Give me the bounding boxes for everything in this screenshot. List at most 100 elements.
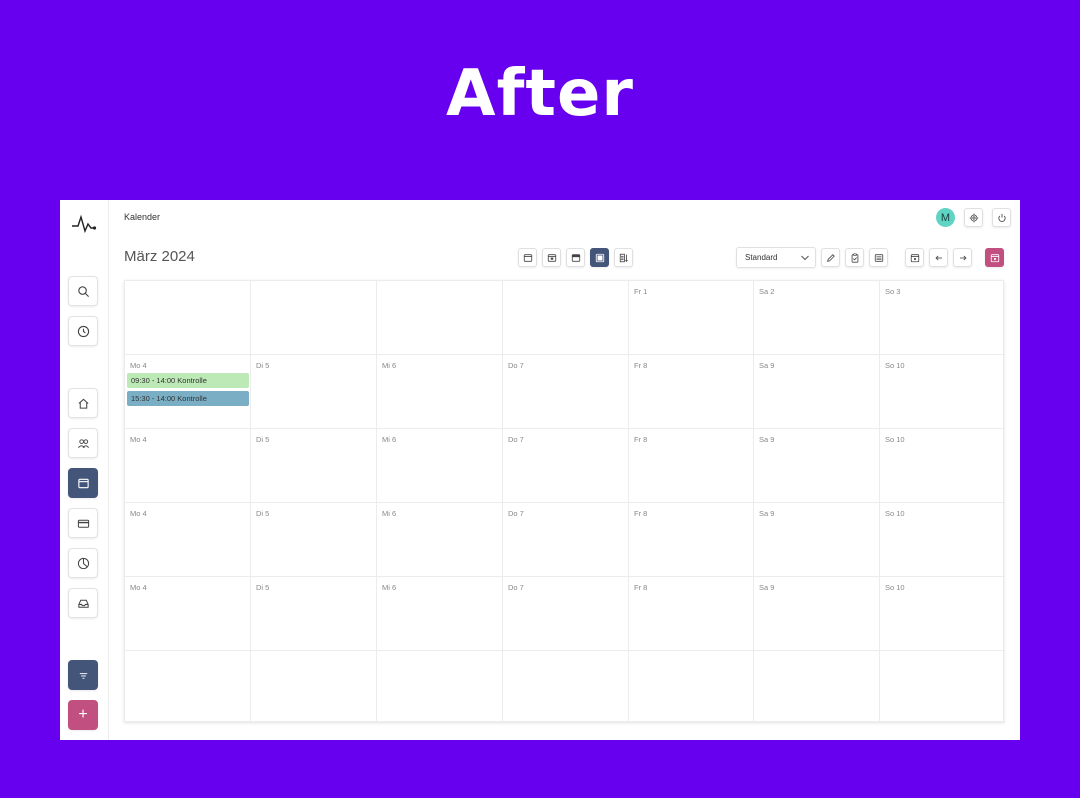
calendar-button[interactable] [68, 468, 98, 498]
month-title: März 2024 [124, 248, 195, 265]
avatar[interactable]: M [936, 208, 955, 227]
day-cell[interactable]: Do 7 [503, 577, 629, 651]
day-cell[interactable] [503, 651, 629, 723]
app-window: + Kalender M März 2024 Standard Fr 1 Sa … [60, 200, 1020, 740]
view-select[interactable]: Standard [736, 247, 816, 268]
chevron-down-icon [801, 255, 809, 261]
day-label: Sa 9 [759, 583, 775, 592]
day-cell[interactable]: Mi 6 [377, 577, 503, 651]
page-title: Kalender [124, 212, 161, 222]
day-label: Mi 6 [382, 361, 397, 370]
day-label: Mi 6 [382, 509, 397, 518]
day-cell[interactable] [503, 281, 629, 355]
day-cell[interactable] [880, 651, 1005, 723]
today-icon [910, 253, 919, 262]
day-cell[interactable] [754, 651, 880, 723]
day-label: Mo 4 [130, 583, 147, 592]
day-cell[interactable]: Di 5 [251, 577, 377, 651]
pencil-icon [826, 253, 835, 262]
statistics-button[interactable] [68, 548, 98, 578]
day-cell[interactable]: Mi 6 [377, 503, 503, 577]
day-label: Mi 6 [382, 583, 397, 592]
day-label: So 3 [885, 287, 901, 296]
day-label: Di 5 [256, 435, 270, 444]
day-label: Mo 4 [130, 509, 147, 518]
edit-button[interactable] [821, 248, 840, 267]
month-view-button[interactable] [590, 248, 609, 267]
day-cell[interactable] [377, 651, 503, 723]
day-label: Do 7 [508, 509, 524, 518]
day-label: Mo 4 [130, 435, 147, 444]
day-label: Fr 1 [634, 287, 648, 296]
day-cell[interactable]: Mo 4 [125, 577, 251, 651]
day-cell[interactable] [125, 651, 251, 723]
next-button[interactable] [953, 248, 972, 267]
day-cell[interactable]: Di 5 [251, 503, 377, 577]
day-cell[interactable]: Sa 9 [754, 503, 880, 577]
day-cell[interactable]: Mo 4 [125, 429, 251, 503]
add-button[interactable]: + [68, 700, 98, 730]
day-cell[interactable]: So 10 [880, 429, 1005, 503]
month-view-icon [595, 253, 604, 262]
day-cell[interactable]: Fr 8 [629, 355, 754, 429]
settings-button[interactable] [964, 208, 983, 227]
day-view-button[interactable] [518, 248, 537, 267]
tasks-button[interactable] [845, 248, 864, 267]
day-cell[interactable]: Fr 8 [629, 503, 754, 577]
day-cell[interactable] [125, 281, 251, 355]
day-cell[interactable] [251, 281, 377, 355]
day-cell[interactable]: Sa 9 [754, 429, 880, 503]
home-button[interactable] [68, 388, 98, 418]
day-label: So 10 [885, 435, 905, 444]
pulse-logo[interactable] [71, 212, 97, 236]
day-cell[interactable]: Di 5 [251, 355, 377, 429]
day-cell[interactable]: So 10 [880, 355, 1005, 429]
logout-button[interactable] [992, 208, 1011, 227]
day-cell[interactable]: Di 5 [251, 429, 377, 503]
day-cell[interactable]: Do 7 [503, 355, 629, 429]
day-cell[interactable]: Mo 4 [125, 503, 251, 577]
day-cell[interactable]: Mi 6 [377, 355, 503, 429]
week-view-button[interactable] [542, 248, 561, 267]
power-icon [997, 213, 1006, 222]
gear-icon [969, 213, 978, 222]
day-cell[interactable] [377, 281, 503, 355]
day-cell[interactable]: Fr 8 [629, 577, 754, 651]
search-button[interactable] [68, 276, 98, 306]
inbox-button[interactable] [68, 588, 98, 618]
day-cell[interactable]: Mi 6 [377, 429, 503, 503]
list-button[interactable] [869, 248, 888, 267]
day-cell[interactable]: Do 7 [503, 429, 629, 503]
day-label: Sa 9 [759, 361, 775, 370]
calendar-event[interactable]: 15:30 - 14:00 Kontrolle [127, 391, 249, 406]
calendar-event[interactable]: 09:30 - 14:00 Kontrolle [127, 373, 249, 388]
list-view-button[interactable] [614, 248, 633, 267]
day-cell[interactable]: So 10 [880, 503, 1005, 577]
today-button[interactable] [905, 248, 924, 267]
new-appointment-button[interactable] [985, 248, 1004, 267]
calendar-grid: Fr 1 Sa 2 So 3 Mo 4 09:30 - 14:00 Kontrolle 1… [124, 280, 1005, 723]
headline: After [446, 57, 634, 131]
day-cell[interactable] [629, 651, 754, 723]
payments-button[interactable] [68, 508, 98, 538]
day-cell[interactable]: Fr 1 [629, 281, 754, 355]
day-cell[interactable]: Do 7 [503, 503, 629, 577]
week-view-icon [547, 253, 556, 262]
day-cell[interactable]: Fr 8 [629, 429, 754, 503]
previous-button[interactable] [929, 248, 948, 267]
day-cell[interactable] [251, 651, 377, 723]
users-button[interactable] [68, 428, 98, 458]
day-cell[interactable]: Sa 9 [754, 355, 880, 429]
history-button[interactable] [68, 316, 98, 346]
day-cell[interactable]: Sa 9 [754, 577, 880, 651]
calendar-add-icon [990, 253, 999, 262]
day-cell[interactable]: Sa 2 [754, 281, 880, 355]
day-cell[interactable]: So 10 [880, 577, 1005, 651]
filter-icon [79, 672, 87, 679]
day-label: Di 5 [256, 583, 270, 592]
filter-button[interactable] [68, 660, 98, 690]
list-icon [874, 253, 883, 262]
day-cell[interactable]: Mo 4 09:30 - 14:00 Kontrolle 15:30 - 14:00… [125, 355, 251, 429]
day-cell[interactable]: So 3 [880, 281, 1005, 355]
two-weeks-view-button[interactable] [566, 248, 585, 267]
